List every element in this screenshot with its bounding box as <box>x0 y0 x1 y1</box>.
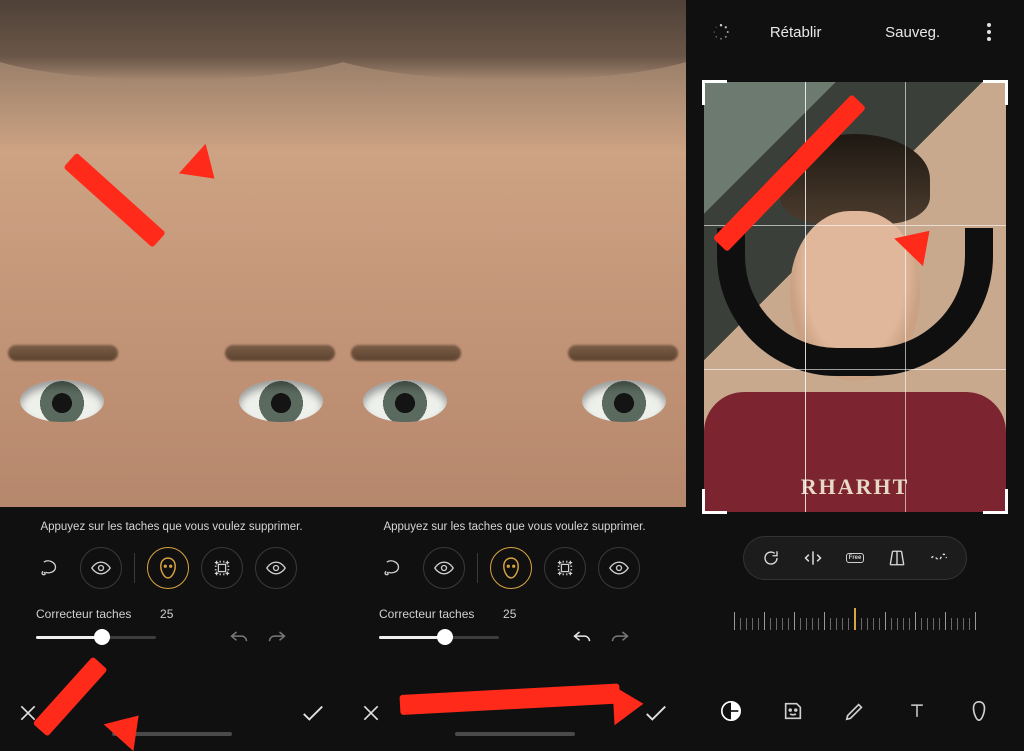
crop-frame[interactable]: RHARHT <box>704 82 1006 512</box>
reset-button[interactable]: Rétablir <box>770 24 822 41</box>
crop-handle-bl[interactable] <box>702 489 727 514</box>
brush-size-slider[interactable] <box>379 636 499 639</box>
rotate-button[interactable] <box>754 543 788 573</box>
slider-label: Correcteur taches <box>379 607 474 621</box>
crop-handle-br[interactable] <box>983 489 1008 514</box>
loading-spinner-icon <box>704 23 738 41</box>
shirt-text: RHARHT <box>704 474 1006 500</box>
preview-toggle-2[interactable] <box>598 547 640 589</box>
face-retouch-tool[interactable] <box>147 547 189 589</box>
sticker-tool[interactable] <box>771 689 815 733</box>
save-button[interactable]: Sauveg. <box>885 24 940 41</box>
redo-button[interactable] <box>267 629 287 645</box>
pattern-tool[interactable] <box>201 547 243 589</box>
editor-panel-crop: Rétablir Sauveg. RHARHT <box>686 0 1024 742</box>
slider-label: Correcteur taches <box>36 607 131 621</box>
brush-size-slider[interactable] <box>36 636 156 639</box>
undo-button[interactable] <box>572 629 592 645</box>
pattern-tool[interactable] <box>544 547 586 589</box>
gesture-bar <box>455 732 575 736</box>
crop-handle-tr[interactable] <box>983 80 1008 105</box>
redo-button[interactable] <box>610 629 630 645</box>
photo-preview[interactable]: RHARHT <box>704 82 1006 512</box>
perspective-button[interactable] <box>880 543 914 573</box>
editor-panel-before: Appuyez sur les taches que vous voulez s… <box>0 0 343 742</box>
gesture-bar <box>112 732 232 736</box>
bottom-toolbar <box>686 680 1024 742</box>
confirm-button[interactable] <box>301 703 325 723</box>
rotation-ruler[interactable] <box>686 600 1024 630</box>
preview-toggle-2[interactable] <box>255 547 297 589</box>
photo-preview[interactable] <box>343 0 686 507</box>
portrait-tool[interactable] <box>957 689 1001 733</box>
preview-toggle[interactable] <box>423 547 465 589</box>
flip-button[interactable] <box>796 543 830 573</box>
instruction-text: Appuyez sur les taches que vous voulez s… <box>343 521 686 533</box>
lasso-tool[interactable] <box>371 548 411 588</box>
face-retouch-tool[interactable] <box>490 547 532 589</box>
freeform-button[interactable] <box>922 543 956 573</box>
undo-button[interactable] <box>229 629 249 645</box>
slider-value: 25 <box>149 607 173 621</box>
slider-value: 25 <box>492 607 516 621</box>
text-tool[interactable] <box>895 689 939 733</box>
instruction-text: Appuyez sur les taches que vous voulez s… <box>0 521 343 533</box>
adjust-tool[interactable] <box>709 689 753 733</box>
photo-preview[interactable] <box>0 0 343 507</box>
cancel-button[interactable] <box>18 703 38 723</box>
lasso-tool[interactable] <box>28 548 68 588</box>
preview-toggle[interactable] <box>80 547 122 589</box>
editor-panel-after: Appuyez sur les taches que vous voulez s… <box>343 0 686 742</box>
more-options-button[interactable] <box>972 23 1006 41</box>
confirm-button[interactable] <box>644 703 668 723</box>
crop-handle-tl[interactable] <box>702 80 727 105</box>
transform-toolbar: Free <box>743 536 967 580</box>
cancel-button[interactable] <box>361 703 381 723</box>
aspect-free-button[interactable]: Free <box>838 543 872 573</box>
draw-tool[interactable] <box>833 689 877 733</box>
